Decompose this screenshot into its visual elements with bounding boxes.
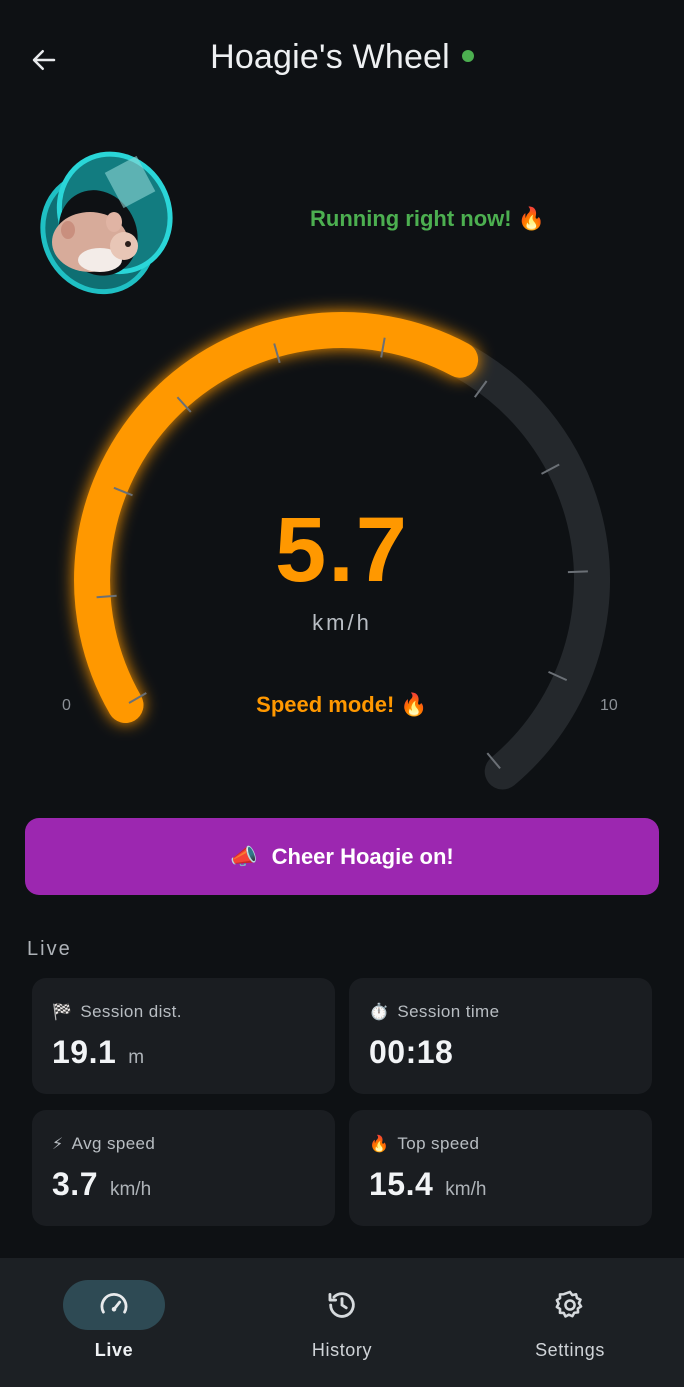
session-distance-value: 19.1	[52, 1034, 117, 1070]
avg-speed-card: ⚡ Avg speed 3.7 km/h	[32, 1110, 335, 1226]
session-time-value: 00:18	[369, 1034, 454, 1070]
speed-unit: km/h	[312, 610, 372, 635]
live-section-label: Live	[27, 938, 72, 960]
cheer-button[interactable]: 📣 Cheer Hoagie on!	[25, 818, 659, 895]
nav-item-live[interactable]: Live	[0, 1258, 228, 1387]
top-speed-label: Top speed	[397, 1134, 480, 1153]
cheer-button-label: Cheer Hoagie on!	[271, 843, 454, 869]
top-speed-card: 🔥 Top speed 15.4 km/h	[349, 1110, 652, 1226]
nav-icon-container	[291, 1280, 393, 1330]
card-label: ⏱️ Session time	[369, 1002, 632, 1022]
nav-label-live: Live	[94, 1340, 134, 1360]
card-value: 00:18	[369, 1034, 632, 1071]
card-label: 🏁 Session dist.	[52, 1002, 315, 1022]
nav-label-settings: Settings	[535, 1340, 605, 1360]
megaphone-icon: 📣	[230, 843, 258, 869]
lightning-icon: ⚡	[52, 1136, 64, 1153]
card-value: 19.1 m	[52, 1034, 315, 1071]
nav-active-indicator	[63, 1280, 165, 1330]
page-title: Hoagie's Wheel	[210, 38, 450, 76]
top-speed-value: 15.4	[369, 1166, 434, 1202]
app-root: Hoagie's Wheel Running right now! 🔥 5.7	[0, 0, 684, 1387]
bottom-navigation: Live History Settings	[0, 1258, 684, 1387]
gear-icon	[555, 1290, 583, 1318]
gauge-max-label: 10	[600, 697, 618, 714]
session-time-label: Session time	[397, 1002, 500, 1021]
nav-item-settings[interactable]: Settings	[456, 1258, 684, 1387]
checkered-flag-icon: 🏁	[52, 1004, 73, 1021]
avg-speed-value: 3.7	[52, 1166, 98, 1202]
card-label: ⚡ Avg speed	[52, 1134, 315, 1154]
speed-value: 5.7	[275, 499, 409, 601]
speedometer-icon	[100, 1292, 128, 1314]
history-icon	[328, 1292, 355, 1318]
online-status-dot	[461, 50, 474, 62]
speed-mode-label: Speed mode! 🔥	[256, 692, 428, 717]
card-value: 15.4 km/h	[369, 1166, 632, 1203]
nav-item-history[interactable]: History	[228, 1258, 456, 1387]
avg-speed-label: Avg speed	[71, 1134, 156, 1153]
fire-icon: 🔥	[369, 1136, 390, 1153]
title-container: Hoagie's Wheel	[0, 38, 684, 77]
nav-label-history: History	[311, 1340, 373, 1360]
avg-speed-unit: km/h	[109, 1179, 152, 1200]
nav-icon-container	[519, 1280, 621, 1330]
session-distance-card: 🏁 Session dist. 19.1 m	[32, 978, 335, 1094]
gauge-min-label: 0	[62, 697, 71, 714]
session-distance-label: Session dist.	[80, 1002, 182, 1021]
card-value: 3.7 km/h	[52, 1166, 315, 1203]
session-time-card: ⏱️ Session time 00:18	[349, 978, 652, 1094]
top-speed-unit: km/h	[445, 1179, 487, 1200]
session-distance-unit: m	[128, 1047, 145, 1068]
top-app-bar: Hoagie's Wheel	[0, 0, 684, 120]
stopwatch-icon: ⏱️	[369, 1004, 390, 1021]
running-status: Running right now! 🔥	[310, 206, 546, 231]
card-label: 🔥 Top speed	[369, 1134, 632, 1154]
